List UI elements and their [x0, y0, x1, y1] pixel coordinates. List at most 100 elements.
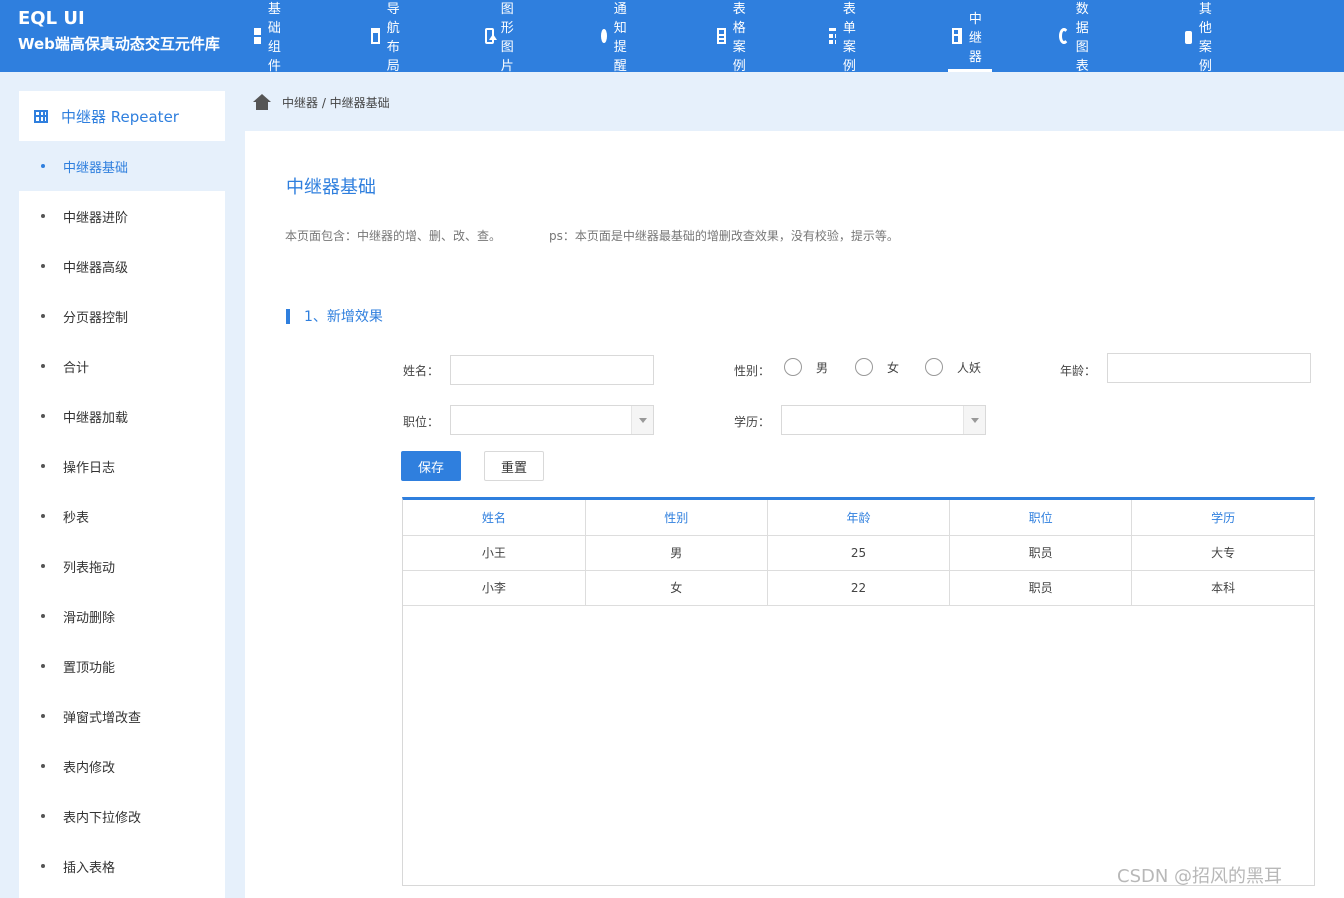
- page-description: 本页面包含：中继器的增、删、改、查。 ps：本页面是中继器最基础的增删改查效果，没…: [285, 227, 899, 244]
- sidebar-item-label: 插入表格: [63, 860, 116, 876]
- page-title: 中继器基础: [286, 177, 376, 198]
- sidebar-item-label: 表内修改: [63, 760, 116, 776]
- table-row[interactable]: 小王 男 25 职员 大专: [403, 535, 1314, 571]
- cell-gender: 女: [585, 570, 768, 606]
- sidebar-item[interactable]: 分页器控制: [19, 291, 225, 341]
- chevron-down-icon[interactable]: [631, 406, 653, 434]
- sidebar-item-repeater-basics[interactable]: 中继器基础: [19, 141, 225, 191]
- nav-item-other-cases[interactable]: 其他案例: [1185, 0, 1221, 74]
- image-icon: [485, 28, 497, 44]
- sidebar-item[interactable]: 中继器进阶: [19, 191, 225, 241]
- column-header-gender[interactable]: 性别: [585, 500, 768, 536]
- nav-item-basic-components[interactable]: 基础组件: [254, 0, 290, 74]
- nav-item-data-charts[interactable]: 数据图表: [1059, 0, 1095, 74]
- brand[interactable]: EQL UI Web端高保真动态交互元件库: [18, 8, 220, 56]
- sidebar-item-label: 置顶功能: [63, 660, 116, 676]
- sidebar-item[interactable]: 操作日志: [19, 441, 225, 491]
- bullet: [41, 314, 45, 318]
- gender-radio-male[interactable]: 男: [784, 358, 828, 376]
- sidebar-item-label: 中继器基础: [63, 160, 129, 176]
- sidebar-item[interactable]: 表内下拉修改: [19, 791, 225, 841]
- section-title-text: 1、新增效果: [304, 309, 383, 325]
- nav-item-repeater[interactable]: 中继器: [948, 0, 993, 72]
- table-icon: [717, 28, 726, 44]
- cell-age: 25: [767, 535, 951, 571]
- column-header-education[interactable]: 学历: [1131, 500, 1314, 536]
- breadcrumb-text[interactable]: 中继器 / 中继器基础: [282, 94, 390, 111]
- repeater-icon: [34, 109, 48, 123]
- nav-item-navigation-layout[interactable]: 导航布局: [371, 0, 407, 74]
- main-content: 中继器基础 本页面包含：中继器的增、删、改、查。 ps：本页面是中继器最基础的增删…: [245, 131, 1344, 898]
- cell-position: 职员: [949, 570, 1133, 606]
- nav-label: 导航布局: [386, 2, 400, 74]
- sidebar-item[interactable]: 表内修改: [19, 741, 225, 791]
- sidebar-item[interactable]: 弹窗式增改查: [19, 691, 225, 741]
- cell-position: 职员: [949, 535, 1133, 571]
- sidebar-header-label: 中继器 Repeater: [61, 107, 179, 126]
- gender-label: 性别：: [734, 364, 771, 378]
- sidebar-item[interactable]: 置顶功能: [19, 641, 225, 691]
- drop-icon: [601, 29, 607, 43]
- grid-icon: [254, 28, 261, 44]
- brand-title: EQL UI: [18, 8, 85, 29]
- sidebar-header[interactable]: 中继器 Repeater: [19, 91, 225, 141]
- cell-name: 小王: [403, 535, 586, 571]
- nav-label: 中继器: [968, 11, 982, 65]
- nav-label: 数据图表: [1075, 2, 1089, 74]
- bullet: [41, 864, 45, 868]
- position-select[interactable]: [450, 405, 654, 435]
- form-icon: [829, 28, 836, 44]
- age-input[interactable]: [1107, 353, 1311, 383]
- gender-radio-female[interactable]: 女: [855, 358, 899, 376]
- active-nav-indicator: [948, 69, 993, 72]
- bullet: [41, 564, 45, 568]
- bullet: [41, 214, 45, 218]
- column-header-name[interactable]: 姓名: [403, 500, 586, 536]
- radio-label: 男: [816, 360, 829, 375]
- nav-label: 图形图片: [500, 2, 514, 74]
- sidebar-item-label: 弹窗式增改查: [63, 710, 142, 726]
- bullet: [41, 514, 45, 518]
- sidebar-item[interactable]: 列表拖动: [19, 541, 225, 591]
- sidebar-item-label: 操作日志: [63, 460, 116, 476]
- education-label: 学历：: [734, 415, 771, 429]
- chevron-down-icon[interactable]: [963, 406, 985, 434]
- bullet: [41, 414, 45, 418]
- nav-label: 基础组件: [267, 2, 281, 74]
- cell-education: 本科: [1131, 570, 1314, 606]
- sidebar-item-label: 列表拖动: [63, 560, 116, 576]
- radio-label: 人妖: [957, 360, 982, 375]
- name-input[interactable]: [450, 355, 654, 385]
- nav-item-form-cases[interactable]: 表单案例: [829, 0, 865, 74]
- home-icon[interactable]: [253, 94, 271, 110]
- sidebar-item[interactable]: 中继器高级: [19, 241, 225, 291]
- column-header-age[interactable]: 年龄: [767, 500, 951, 536]
- breadcrumb: 中继器 / 中继器基础: [253, 92, 390, 112]
- nav-item-graphics-images[interactable]: 图形图片: [485, 0, 521, 74]
- radio-circle[interactable]: [925, 358, 943, 376]
- description-note: ps：本页面是中继器最基础的增删改查效果，没有校验，提示等。: [549, 229, 899, 243]
- cell-education: 大专: [1131, 535, 1314, 571]
- nav-item-table-cases[interactable]: 表格案例: [717, 0, 753, 74]
- sidebar-item[interactable]: 插入表格: [19, 841, 225, 891]
- education-select[interactable]: [781, 405, 986, 435]
- column-header-position[interactable]: 职位: [949, 500, 1133, 536]
- layout-icon: [371, 28, 380, 44]
- radio-circle[interactable]: [855, 358, 873, 376]
- sidebar-item[interactable]: 秒表: [19, 491, 225, 541]
- save-button[interactable]: 保存: [401, 451, 461, 481]
- sidebar-item[interactable]: 滑动删除: [19, 591, 225, 641]
- table-row[interactable]: 小李 女 22 职员 本科: [403, 570, 1314, 606]
- nav-item-notifications[interactable]: 通知提醒: [601, 0, 635, 74]
- sidebar-item[interactable]: 中继器加载: [19, 391, 225, 441]
- table-header-row: 姓名 性别 年龄 职位 学历: [403, 500, 1314, 536]
- gender-radio-other[interactable]: 人妖: [925, 358, 981, 376]
- sidebar-item-label: 中继器加载: [63, 410, 129, 426]
- watermark: CSDN @招风的黑耳: [1117, 866, 1283, 887]
- nav-label: 其他案例: [1198, 2, 1212, 74]
- radio-circle[interactable]: [784, 358, 802, 376]
- reset-button[interactable]: 重置: [484, 451, 544, 481]
- sidebar-item[interactable]: 合计: [19, 341, 225, 391]
- sidebar-item-label: 中继器进阶: [63, 210, 129, 226]
- top-navigation-bar: EQL UI Web端高保真动态交互元件库 基础组件 导航布局 图形图片 通知提…: [0, 0, 1344, 74]
